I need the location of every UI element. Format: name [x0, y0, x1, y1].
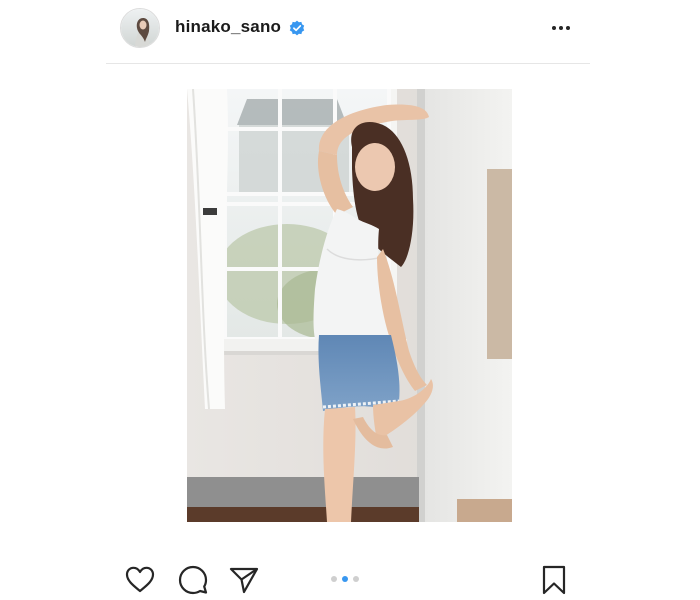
more-horizontal-icon[interactable]: [550, 19, 572, 37]
avatar-image: [121, 9, 159, 47]
username[interactable]: hinako_sano: [175, 17, 281, 37]
post-header: hinako_sano: [106, 0, 590, 64]
post-actions: [106, 548, 590, 600]
heart-icon[interactable]: [124, 564, 156, 596]
bookmark-icon[interactable]: [538, 564, 570, 596]
verified-badge-icon: [289, 20, 305, 36]
paper-plane-icon[interactable]: [228, 564, 260, 596]
post-photo[interactable]: [187, 89, 512, 522]
avatar[interactable]: [120, 8, 160, 48]
carousel-dot: [353, 576, 359, 582]
post-image: [187, 89, 512, 522]
comment-icon[interactable]: [177, 564, 209, 596]
carousel-indicator: [331, 576, 359, 584]
carousel-dot-active: [342, 576, 348, 582]
carousel-dot: [331, 576, 337, 582]
instagram-post: hinako_sano: [0, 0, 700, 600]
